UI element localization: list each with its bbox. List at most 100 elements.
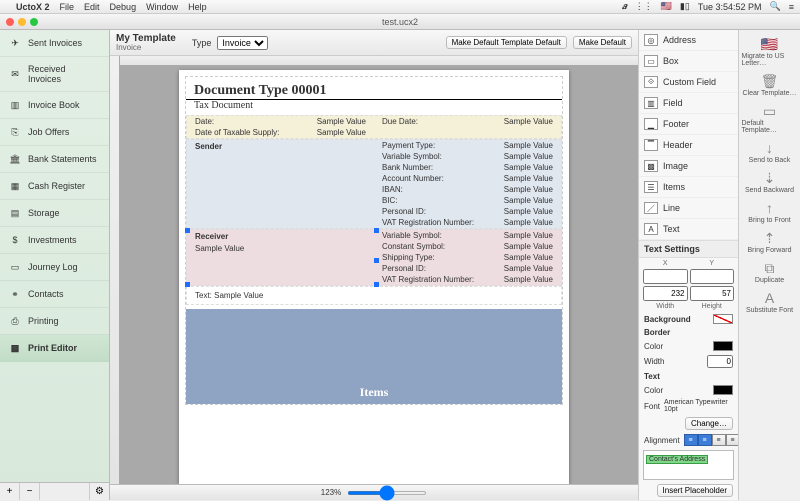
x-input[interactable] xyxy=(643,269,688,284)
tool-send-backward[interactable]: ⇣Send Backward xyxy=(742,168,798,196)
tool-default-template-[interactable]: ▭Default Template… xyxy=(742,101,798,136)
selection-handle[interactable] xyxy=(374,282,379,287)
field-row[interactable]: Shipping Type:Sample Value xyxy=(374,252,561,263)
sidebar-item-storage[interactable]: ▤Storage xyxy=(0,200,109,227)
zoom-slider[interactable] xyxy=(347,491,427,495)
selection-handle[interactable] xyxy=(374,258,379,263)
clock[interactable]: Tue 3:54:52 PM xyxy=(698,2,762,12)
meta-block[interactable]: Date:Sample ValueDate of Taxable Supply:… xyxy=(186,115,562,139)
items-block[interactable]: Items xyxy=(186,309,562,404)
sidebar-item-bank-statements[interactable]: 🏛Bank Statements xyxy=(0,146,109,173)
placeholder-box[interactable]: Contact's Address xyxy=(643,450,734,480)
placeholder-token[interactable]: Contact's Address xyxy=(646,455,708,464)
element-custom-field[interactable]: ⟐Custom Field xyxy=(639,72,738,93)
field-row[interactable]: IBAN:Sample Value xyxy=(374,184,561,195)
type-select[interactable]: Invoice xyxy=(217,36,268,50)
sidebar-item-cash-register[interactable]: ▦Cash Register xyxy=(0,173,109,200)
make-default-template-default-button[interactable]: Make Default Template Default xyxy=(446,36,567,49)
tool-migrate-to-us-letter-[interactable]: 🇺🇸Migrate to US Letter… xyxy=(742,34,798,69)
sidebar-icon: ✉ xyxy=(8,68,22,80)
field-row[interactable]: Constant Symbol:Sample Value xyxy=(374,241,561,252)
field-row[interactable]: Account Number:Sample Value xyxy=(374,173,561,184)
menu-debug[interactable]: Debug xyxy=(110,2,137,12)
tool-send-to-back[interactable]: ↓Send to Back xyxy=(742,138,798,166)
field-row[interactable]: VAT Registration Number:Sample Value xyxy=(374,274,561,285)
field-row[interactable]: Bank Number:Sample Value xyxy=(374,162,561,173)
tool-substitute-font[interactable]: ASubstitute Font xyxy=(742,288,798,316)
element-header[interactable]: ▔Header xyxy=(639,135,738,156)
field-row[interactable]: Payment Type:Sample Value xyxy=(374,140,561,151)
field-row[interactable]: Personal ID:Sample Value xyxy=(374,206,561,217)
sidebar-item-investments[interactable]: $Investments xyxy=(0,227,109,254)
element-box[interactable]: ▭Box xyxy=(639,51,738,72)
doc-title[interactable]: Document Type 00001 xyxy=(186,77,562,100)
field-row[interactable]: Variable Symbol:Sample Value xyxy=(374,151,561,162)
tool-bring-forward[interactable]: ⇡Bring Forward xyxy=(742,228,798,256)
element-image[interactable]: ▩Image xyxy=(639,156,738,177)
tool-clear-template-[interactable]: 🗑Clear Template… xyxy=(742,71,798,99)
search-icon[interactable]: 🔍 xyxy=(770,1,781,12)
sidebar-item-received-invoices[interactable]: ✉Received Invoices xyxy=(0,57,109,92)
field-row[interactable]: Variable Symbol:Sample Value xyxy=(374,230,561,241)
doc-subtitle[interactable]: Tax Document xyxy=(186,100,562,115)
border-width-input[interactable] xyxy=(707,355,733,368)
selection-handle[interactable] xyxy=(185,282,190,287)
selection-handle[interactable] xyxy=(185,228,190,233)
element-footer[interactable]: ▁Footer xyxy=(639,114,738,135)
page[interactable]: Document Type 00001 Tax Document Date:Sa… xyxy=(179,70,569,484)
font-icon[interactable]: 𝒂 xyxy=(622,1,627,12)
receiver-block[interactable]: Receiver Sample Value Variable Symbol:Sa… xyxy=(186,229,562,286)
sidebar-item-journey-log[interactable]: ▭Journey Log xyxy=(0,254,109,281)
border-color-swatch[interactable] xyxy=(713,341,733,351)
text-field[interactable]: Text: Sample Value xyxy=(186,286,562,305)
element-text[interactable]: AText xyxy=(639,219,738,240)
sidebar-item-invoice-book[interactable]: ▥Invoice Book xyxy=(0,92,109,119)
field-row[interactable]: Personal ID:Sample Value xyxy=(374,263,561,274)
align-right-icon[interactable]: ≡ xyxy=(712,434,726,446)
flag-icon[interactable]: 🇺🇸 xyxy=(661,1,672,12)
change-font-button[interactable]: Change… xyxy=(685,417,733,430)
sidebar-item-print-editor[interactable]: ▩Print Editor xyxy=(0,335,109,362)
align-center-icon[interactable]: ≡ xyxy=(698,434,712,446)
battery-icon[interactable]: ▮▯ xyxy=(680,1,690,12)
gear-icon[interactable]: ⚙ xyxy=(89,483,109,500)
make-default-button[interactable]: Make Default xyxy=(573,36,632,49)
alignment-segmented[interactable]: ≡ ≡ ≡ ≡ xyxy=(684,434,738,446)
tool-duplicate[interactable]: ⧉Duplicate xyxy=(742,258,798,286)
app-menu[interactable]: UctoX 2 xyxy=(16,2,50,12)
wifi-icon[interactable]: ⋮⋮ xyxy=(635,1,653,12)
menu-edit[interactable]: Edit xyxy=(84,2,100,12)
insert-placeholder-button[interactable]: Insert Placeholder xyxy=(657,484,733,497)
notifications-icon[interactable]: ≡ xyxy=(789,2,794,12)
text-color-swatch[interactable] xyxy=(713,385,733,395)
sender-block[interactable]: Sender Payment Type:Sample ValueVariable… xyxy=(186,139,562,229)
element-items[interactable]: ☰Items xyxy=(639,177,738,198)
tool-bring-to-front[interactable]: ↑Bring to Front xyxy=(742,198,798,226)
canvas[interactable]: Document Type 00001 Tax Document Date:Sa… xyxy=(110,56,638,484)
field-row[interactable]: Date of Taxable Supply:Sample Value xyxy=(187,127,374,138)
field-row[interactable]: Due Date:Sample Value xyxy=(374,116,561,127)
width-input[interactable] xyxy=(643,286,688,301)
field-row[interactable]: VAT Registration Number:Sample Value xyxy=(374,217,561,228)
menu-window[interactable]: Window xyxy=(146,2,178,12)
field-row[interactable]: Date:Sample Value xyxy=(187,116,374,127)
selection-handle[interactable] xyxy=(374,228,379,233)
align-justify-icon[interactable]: ≡ xyxy=(726,434,738,446)
menu-file[interactable]: File xyxy=(60,2,75,12)
element-field[interactable]: ▥Field xyxy=(639,93,738,114)
sidebar-item-contacts[interactable]: ⚭Contacts xyxy=(0,281,109,308)
remove-button[interactable]: − xyxy=(20,483,40,500)
add-button[interactable]: + xyxy=(0,483,20,500)
sidebar-item-job-offers[interactable]: ⎘Job Offers xyxy=(0,119,109,146)
sidebar-item-printing[interactable]: ⎙Printing xyxy=(0,308,109,335)
menu-help[interactable]: Help xyxy=(188,2,207,12)
align-left-icon[interactable]: ≡ xyxy=(684,434,698,446)
height-input[interactable] xyxy=(690,286,735,301)
y-input[interactable] xyxy=(690,269,735,284)
text-settings-title: Text Settings xyxy=(639,240,738,258)
sidebar-item-sent-invoices[interactable]: ✈Sent Invoices xyxy=(0,30,109,57)
field-row[interactable]: BIC:Sample Value xyxy=(374,195,561,206)
element-line[interactable]: ／Line xyxy=(639,198,738,219)
bg-color-swatch[interactable] xyxy=(713,314,733,324)
element-address[interactable]: ◎Address xyxy=(639,30,738,51)
